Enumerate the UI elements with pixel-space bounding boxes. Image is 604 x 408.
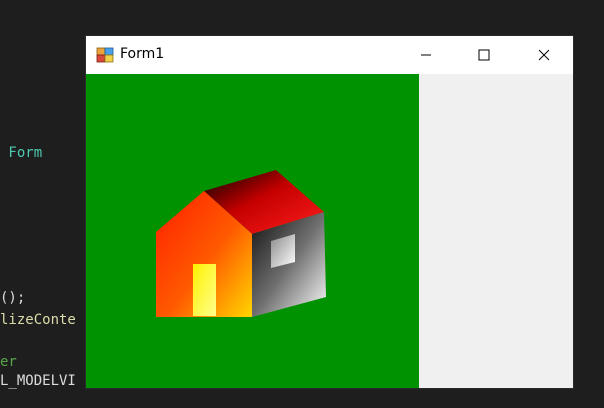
minimize-button[interactable] <box>397 36 455 74</box>
window-title: Form1 <box>120 46 165 62</box>
windows-forms-app-icon <box>96 47 114 63</box>
form-window: Form1 <box>86 36 573 388</box>
minimize-icon <box>421 54 431 56</box>
title-bar[interactable]: Form1 <box>86 36 573 74</box>
close-icon <box>538 49 550 61</box>
form-client-area <box>86 74 573 388</box>
code-line-call: (); <box>0 290 26 306</box>
code-line-form: Form <box>0 145 43 161</box>
maximize-icon <box>478 49 490 61</box>
close-button[interactable] <box>515 36 573 74</box>
opengl-viewport[interactable] <box>86 74 419 388</box>
code-line-modelview: L_MODELVI <box>0 373 76 389</box>
code-line-comment: er <box>0 354 17 370</box>
house-door <box>193 264 216 316</box>
maximize-button[interactable] <box>455 36 513 74</box>
code-line-initialize: lizeConte <box>0 312 76 328</box>
